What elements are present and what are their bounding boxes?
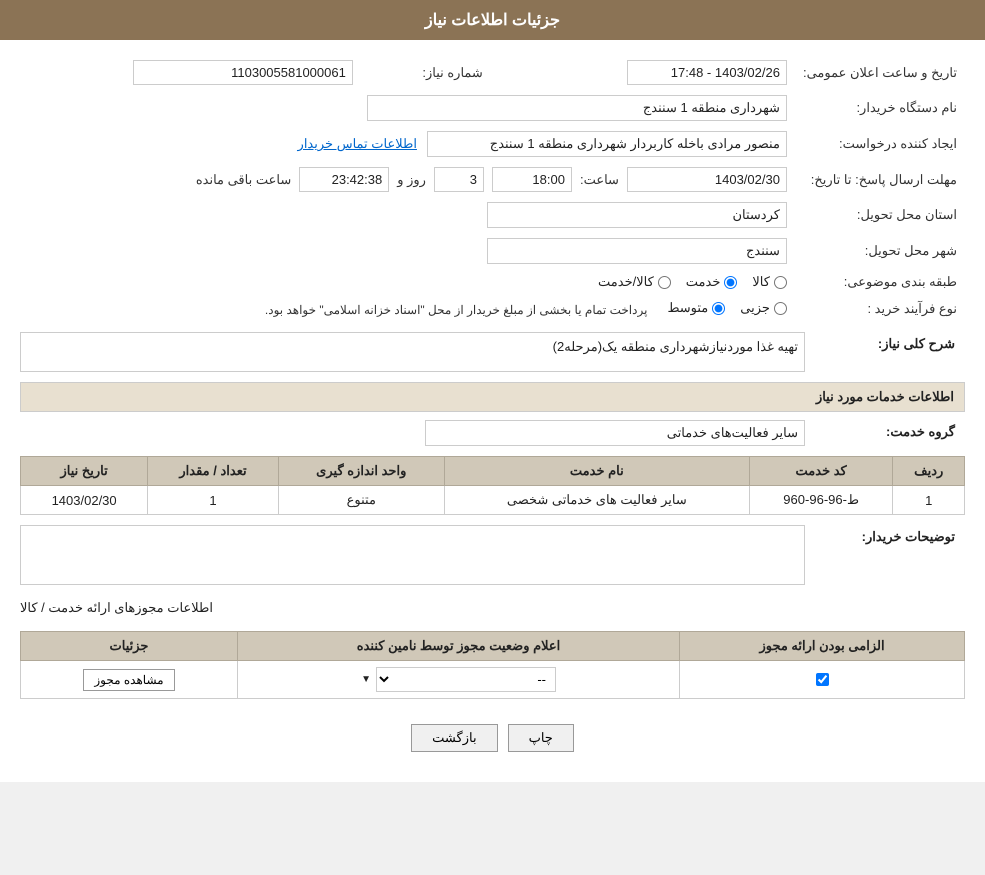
radio-jazee: جزیی bbox=[740, 300, 787, 316]
announce-label: تاریخ و ساعت اعلان عمومی: bbox=[795, 55, 965, 90]
page-header: جزئیات اطلاعات نیاز bbox=[0, 0, 985, 40]
need-summary-section: شرح کلی نیاز: تهیه غذا موردنیازشهرداری م… bbox=[20, 332, 965, 372]
permit-required-cell bbox=[680, 661, 965, 699]
announce-value: 1403/02/26 - 17:48 bbox=[627, 60, 787, 85]
radio-kala-input[interactable] bbox=[774, 276, 787, 289]
main-content: تاریخ و ساعت اعلان عمومی: 1403/02/26 - 1… bbox=[0, 40, 985, 782]
permit-row: -- ▼ مشاهده مجوز bbox=[21, 661, 965, 699]
days-remaining: 3 bbox=[434, 167, 484, 192]
services-table: ردیف کد خدمت نام خدمت واحد اندازه گیری ت… bbox=[20, 456, 965, 515]
need-id: 1103005581000061 bbox=[133, 60, 353, 85]
service-group-value: سایر فعالیت‌های خدماتی bbox=[425, 420, 805, 446]
back-button[interactable]: بازگشت bbox=[411, 724, 497, 752]
category-label: طبقه بندی موضوعی: bbox=[795, 269, 965, 295]
buyer-desc-content bbox=[20, 525, 805, 585]
radio-kala-khadamat-input[interactable] bbox=[658, 276, 671, 289]
cell-qty: 1 bbox=[148, 486, 278, 515]
need-summary-value: تهیه غذا موردنیازشهرداری منطقه یک(مرحله2… bbox=[20, 332, 805, 372]
buyer-desc-section: توضیحات خریدار: bbox=[20, 525, 965, 585]
cell-row: 1 bbox=[893, 486, 965, 515]
id-label: شماره نیاز: bbox=[361, 55, 491, 90]
buyer-org-value-cell: شهرداری منطقه 1 سنندج bbox=[20, 90, 795, 126]
buyer-desc-value bbox=[20, 525, 805, 585]
service-group-row: گروه خدمت: سایر فعالیت‌های خدماتی bbox=[20, 420, 965, 446]
permit-col-status: اعلام وضعیت مجوز توسط نامین کننده bbox=[238, 632, 680, 661]
permit-details-cell: مشاهده مجوز bbox=[21, 661, 238, 699]
radio-motawaset: متوسط bbox=[667, 300, 725, 316]
purchase-type-radio-group: جزیی متوسط bbox=[667, 300, 787, 316]
radio-kala-khadamat: کالا/خدمت bbox=[598, 274, 671, 290]
requester-value: منصور مرادی باخله کاربردار شهرداری منطقه… bbox=[427, 131, 787, 157]
province-value: کردستان bbox=[487, 202, 787, 228]
radio-motawaset-input[interactable] bbox=[712, 302, 725, 315]
requester-label: ایجاد کننده درخواست: bbox=[795, 126, 965, 162]
permit-checkbox-container bbox=[688, 673, 956, 686]
col-header-row: ردیف bbox=[893, 457, 965, 486]
permit-col-details: جزئیات bbox=[21, 632, 238, 661]
days-remaining-label: روز و bbox=[397, 172, 426, 188]
id-value-cell: 1103005581000061 bbox=[20, 55, 361, 90]
permit-table: الزامی بودن ارائه مجوز اعلام وضعیت مجوز … bbox=[20, 631, 965, 699]
hours-remaining-label: ساعت باقی مانده bbox=[196, 172, 291, 188]
requester-row: منصور مرادی باخله کاربردار شهرداری منطقه… bbox=[28, 131, 787, 157]
deadline-time: 18:00 bbox=[492, 167, 572, 192]
permit-status-cell: -- ▼ bbox=[238, 661, 680, 699]
cell-code: ط-96-96-960 bbox=[749, 486, 893, 515]
service-group-label: گروه خدمت: bbox=[805, 420, 965, 440]
deadline-label: مهلت ارسال پاسخ: تا تاریخ: bbox=[795, 162, 965, 197]
radio-khadamat: خدمت bbox=[686, 274, 738, 290]
radio-kala-label: کالا bbox=[752, 274, 770, 290]
permit-required-checkbox[interactable] bbox=[816, 673, 829, 686]
radio-jazee-label: جزیی bbox=[740, 300, 770, 316]
cell-date: 1403/02/30 bbox=[21, 486, 148, 515]
radio-kala: کالا bbox=[752, 274, 787, 290]
need-summary-label: شرح کلی نیاز: bbox=[805, 332, 965, 352]
time-label: ساعت: bbox=[580, 172, 619, 188]
view-permit-button[interactable]: مشاهده مجوز bbox=[83, 669, 174, 691]
col-header-qty: تعداد / مقدار bbox=[148, 457, 278, 486]
col-header-code: کد خدمت bbox=[749, 457, 893, 486]
permit-title-text: اطلاعات مجوزهای ارائه خدمت / کالا bbox=[20, 600, 213, 615]
main-info-table: تاریخ و ساعت اعلان عمومی: 1403/02/26 - 1… bbox=[20, 55, 965, 322]
chevron-down-icon: ▼ bbox=[361, 674, 371, 685]
radio-khadamat-label: خدمت bbox=[686, 274, 721, 290]
permit-status-select[interactable]: -- bbox=[376, 667, 556, 692]
purchase-type-label: نوع فرآیند خرید : bbox=[795, 295, 965, 322]
service-group-content: سایر فعالیت‌های خدماتی bbox=[20, 420, 805, 446]
table-row: 1 ط-96-96-960 سایر فعالیت های خدماتی شخص… bbox=[21, 486, 965, 515]
radio-khadamat-input[interactable] bbox=[724, 276, 737, 289]
city-label: شهر محل تحویل: bbox=[795, 233, 965, 269]
services-section-title: اطلاعات خدمات مورد نیاز bbox=[20, 382, 965, 412]
col-header-unit: واحد اندازه گیری bbox=[278, 457, 444, 486]
announce-value-cell: 1403/02/26 - 17:48 bbox=[541, 55, 795, 90]
buyer-org-label: نام دستگاه خریدار: bbox=[795, 90, 965, 126]
col-header-name: نام خدمت bbox=[444, 457, 749, 486]
col-header-date: تاریخ نیاز bbox=[21, 457, 148, 486]
deadline-row: 1403/02/30 ساعت: 18:00 3 روز و 23:42:38 … bbox=[20, 162, 795, 197]
hours-remaining: 23:42:38 bbox=[299, 167, 389, 192]
need-summary-row: شرح کلی نیاز: تهیه غذا موردنیازشهرداری م… bbox=[20, 332, 965, 372]
deadline-date: 1403/02/30 bbox=[627, 167, 787, 192]
radio-jazee-input[interactable] bbox=[774, 302, 787, 315]
permit-info-title: اطلاعات مجوزهای ارائه خدمت / کالا bbox=[20, 595, 965, 621]
buyer-org-value: شهرداری منطقه 1 سنندج bbox=[367, 95, 787, 121]
cell-unit: متنوع bbox=[278, 486, 444, 515]
buyer-desc-label: توضیحات خریدار: bbox=[805, 525, 965, 545]
purchase-type-note: پرداخت تمام یا بخشی از مبلغ خریدار از مح… bbox=[265, 303, 648, 317]
city-value: سنندج bbox=[487, 238, 787, 264]
bottom-buttons: چاپ بازگشت bbox=[20, 709, 965, 767]
page-container: جزئیات اطلاعات نیاز تاریخ و ساعت اعلان ع… bbox=[0, 0, 985, 782]
page-title: جزئیات اطلاعات نیاز bbox=[425, 12, 560, 29]
cell-name: سایر فعالیت های خدماتی شخصی bbox=[444, 486, 749, 515]
permit-col-required: الزامی بودن ارائه مجوز bbox=[680, 632, 965, 661]
radio-kala-khadamat-label: کالا/خدمت bbox=[598, 274, 654, 290]
requester-cell: منصور مرادی باخله کاربردار شهرداری منطقه… bbox=[20, 126, 795, 162]
contact-link[interactable]: اطلاعات تماس خریدار bbox=[298, 136, 417, 152]
radio-motawaset-label: متوسط bbox=[667, 300, 708, 316]
province-label: استان محل تحویل: bbox=[795, 197, 965, 233]
print-button[interactable]: چاپ bbox=[508, 724, 574, 752]
category-radio-group: کالا خدمت کالا/خدمت bbox=[28, 274, 787, 290]
need-summary-content: تهیه غذا موردنیازشهرداری منطقه یک(مرحله2… bbox=[20, 332, 805, 372]
